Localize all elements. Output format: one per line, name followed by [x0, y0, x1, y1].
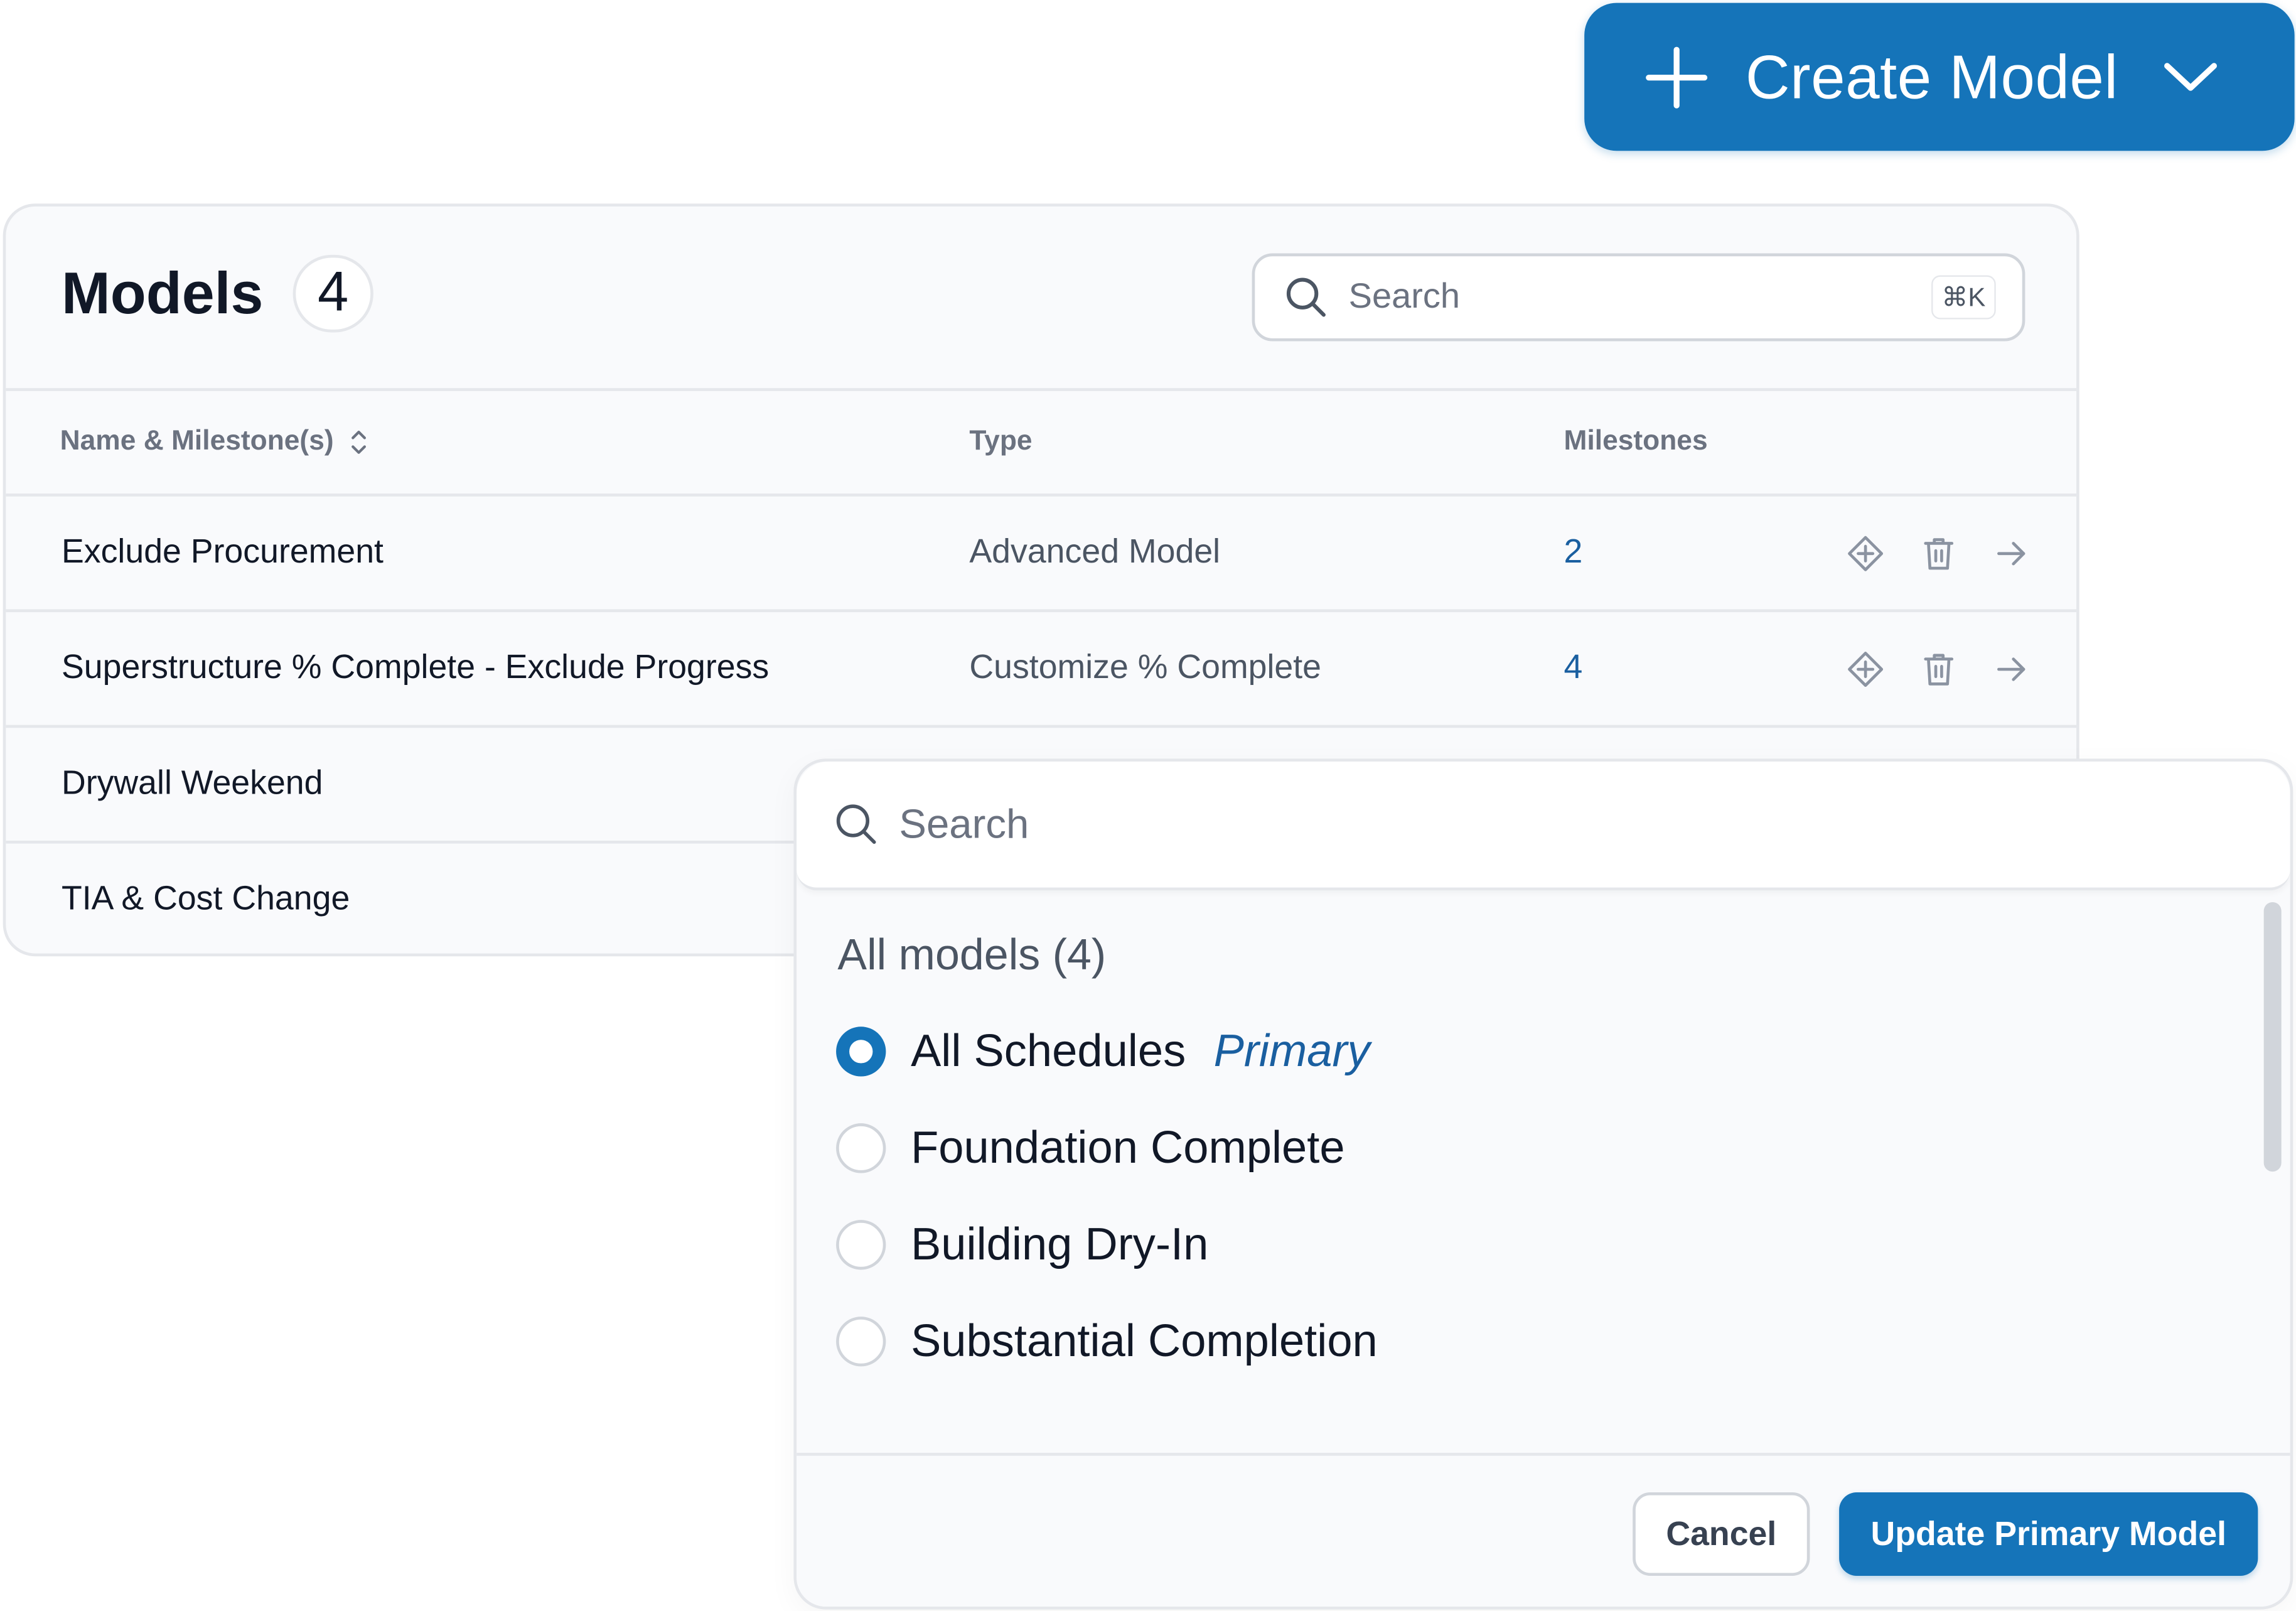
plus-icon: [1646, 46, 1708, 108]
primary-model-popover: Search All models (4) All Schedules Prim…: [793, 758, 2293, 1610]
milestone-count-link[interactable]: 4: [1564, 647, 1583, 687]
column-header-type: Type: [969, 426, 1033, 457]
search-icon: [1286, 277, 1326, 317]
trash-icon[interactable]: [1919, 534, 1958, 573]
option-label: Building Dry-In: [911, 1218, 1209, 1270]
chevron-down-icon: [2163, 62, 2216, 90]
page-title: Models: [61, 262, 264, 327]
shortcut-hint: ⌘K: [1931, 275, 1996, 320]
sort-icon: [351, 431, 366, 454]
search-icon: [836, 804, 876, 844]
radio-unselected[interactable]: [836, 1220, 886, 1270]
option-foundation-complete[interactable]: Foundation Complete: [836, 1119, 1345, 1177]
table-row[interactable]: Exclude Procurement Advanced Model 2: [6, 497, 2077, 613]
trash-icon[interactable]: [1919, 650, 1958, 689]
column-header-name-label: Name & Milestone(s): [60, 426, 334, 457]
model-name: Drywall Weekend: [61, 763, 323, 801]
model-name: Exclude Procurement: [61, 531, 384, 570]
radio-unselected[interactable]: [836, 1123, 886, 1173]
popover-search-placeholder: Search: [899, 800, 1029, 847]
create-model-button[interactable]: Create Model: [1584, 3, 2295, 151]
model-type: Advanced Model: [969, 531, 1221, 570]
table-row[interactable]: Superstructure % Complete - Exclude Prog…: [6, 612, 2077, 728]
radio-selected[interactable]: [836, 1026, 886, 1077]
radio-unselected[interactable]: [836, 1317, 886, 1367]
model-name: Superstructure % Complete - Exclude Prog…: [61, 647, 770, 686]
option-all-schedules[interactable]: All Schedules Primary: [836, 1022, 1370, 1080]
search-placeholder: Search: [1348, 276, 1461, 316]
arrow-right-icon[interactable]: [1993, 534, 2031, 573]
cancel-button[interactable]: Cancel: [1633, 1492, 1810, 1576]
model-type: Customize % Complete: [969, 647, 1322, 686]
primary-tag: Primary: [1213, 1025, 1370, 1077]
stage: Create Model Models 4 Search ⌘K Name & M…: [0, 0, 2296, 1611]
group-label: All models (4): [837, 931, 1107, 980]
option-label: Foundation Complete: [911, 1121, 1345, 1173]
option-substantial-completion[interactable]: Substantial Completion: [836, 1312, 1378, 1371]
option-label: Substantial Completion: [911, 1315, 1378, 1367]
table-header: Name & Milestone(s) Type Milestones: [6, 388, 2077, 497]
column-header-name[interactable]: Name & Milestone(s): [60, 426, 369, 458]
model-name: TIA & Cost Change: [61, 878, 350, 917]
arrow-right-icon[interactable]: [1993, 650, 2031, 689]
update-primary-model-button[interactable]: Update Primary Model: [1839, 1492, 2258, 1576]
models-count-badge: 4: [292, 254, 373, 333]
option-building-dry-in[interactable]: Building Dry-In: [836, 1215, 1208, 1274]
scrollbar[interactable]: [2263, 902, 2282, 1172]
create-model-label: Create Model: [1745, 41, 2118, 111]
milestone-icon[interactable]: [1847, 534, 1885, 573]
milestone-count-link[interactable]: 2: [1564, 532, 1583, 571]
popover-search-input[interactable]: Search: [797, 762, 2290, 891]
column-header-milestones: Milestones: [1564, 426, 1708, 457]
search-input[interactable]: Search ⌘K: [1252, 253, 2025, 342]
option-label: All Schedules: [911, 1025, 1186, 1077]
popover-footer: Cancel Update Primary Model: [797, 1453, 2290, 1607]
milestone-icon[interactable]: [1847, 650, 1885, 689]
